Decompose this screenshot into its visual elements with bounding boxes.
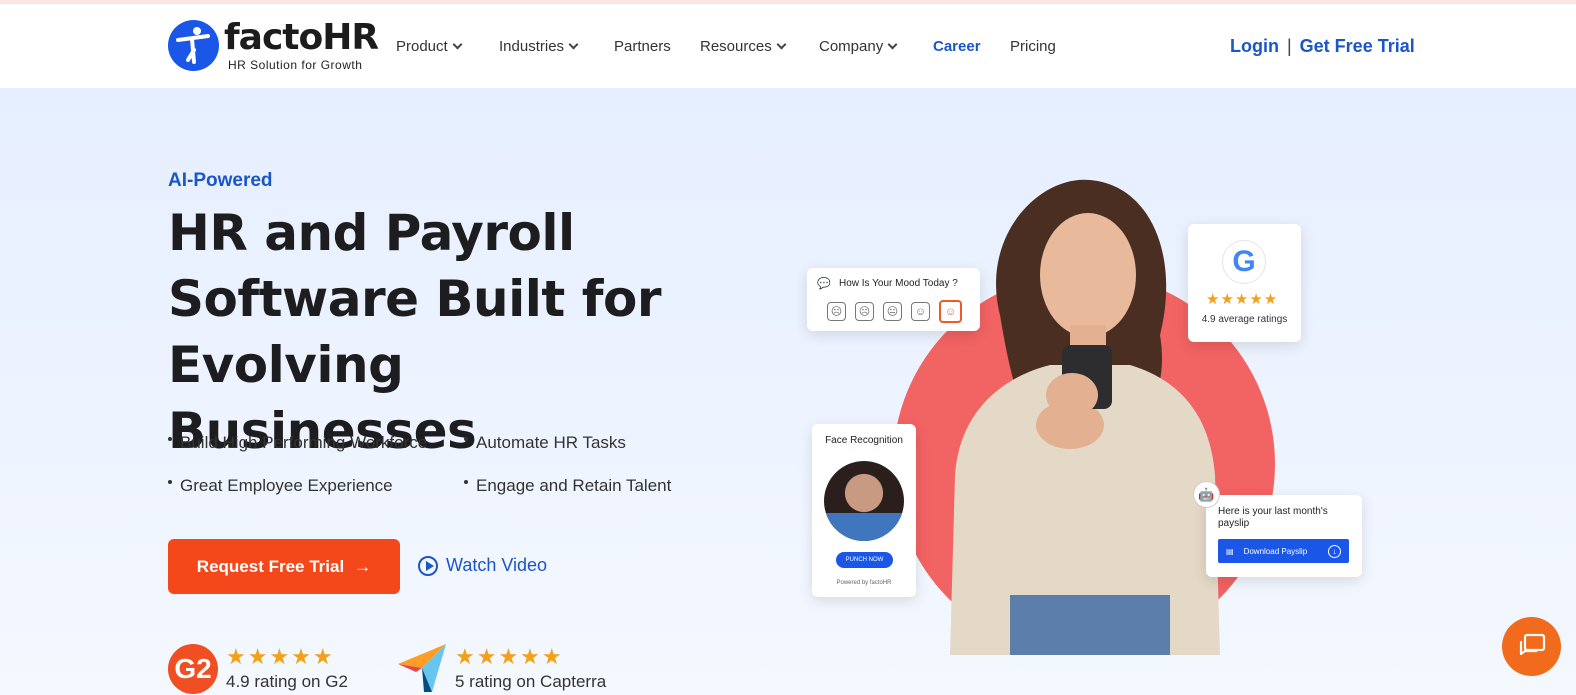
chat-bubble-icon: 💬 bbox=[817, 278, 831, 290]
google-rating-text: 4.9 average ratings bbox=[1201, 314, 1288, 325]
nav-item-label: Product bbox=[396, 38, 448, 55]
login-link[interactable]: Login bbox=[1230, 36, 1279, 57]
payslip-card: Here is your last month's payslip ▤ Down… bbox=[1206, 495, 1362, 577]
nav-item-company[interactable]: Company bbox=[819, 38, 898, 55]
cta-label: Request Free Trial bbox=[196, 556, 345, 576]
nav-item-product[interactable]: Product bbox=[396, 38, 463, 55]
headline-line: Software Built for bbox=[168, 270, 661, 328]
nav-item-label: Pricing bbox=[1010, 38, 1056, 55]
feature-bullet: Great Employee Experience bbox=[168, 476, 393, 495]
nav-item-partners[interactable]: Partners bbox=[614, 38, 671, 55]
request-free-trial-button[interactable]: Request Free Trial → bbox=[168, 539, 400, 594]
brand-logo[interactable]: factoHR HR Solution for Growth bbox=[168, 18, 379, 74]
logo-figure-icon bbox=[168, 20, 219, 71]
watch-video-label: Watch Video bbox=[446, 555, 548, 575]
unhappy-face-icon[interactable]: ☹ bbox=[855, 302, 874, 321]
nav-item-pricing[interactable]: Pricing bbox=[1010, 38, 1056, 55]
play-circle-icon bbox=[418, 555, 438, 576]
mood-options: ☹ ☹ 😐 ☺ ☺ bbox=[827, 300, 962, 323]
feature-bullet: Build High Performing Workforce bbox=[167, 433, 428, 452]
capterra-logo-icon bbox=[398, 644, 446, 692]
nav-item-label: Resources bbox=[700, 38, 772, 55]
auth-separator: | bbox=[1286, 36, 1292, 56]
download-payslip-label: Download Payslip bbox=[1243, 546, 1308, 556]
woman-with-phone-illustration bbox=[950, 179, 1220, 655]
nav-item-resources[interactable]: Resources bbox=[700, 38, 787, 55]
nav-item-career[interactable]: Career bbox=[933, 38, 981, 55]
powered-by-text: Powered by factoHR bbox=[836, 580, 892, 586]
face-card-title: Face Recognition bbox=[825, 435, 903, 446]
bot-avatar-icon: 🤖 bbox=[1193, 481, 1220, 508]
headline-line: HR and Payroll bbox=[168, 204, 575, 262]
nav-item-label: Industries bbox=[499, 38, 565, 55]
arrow-right-icon: → bbox=[354, 556, 372, 576]
feature-bullet: Automate HR Tasks bbox=[464, 433, 626, 452]
nav-item-label: Partners bbox=[614, 38, 671, 55]
punch-now-button[interactable]: PUNCH NOW bbox=[836, 552, 893, 568]
g2-rating: ★★★★★ 4.9 rating on G2 bbox=[226, 644, 348, 692]
face-photo bbox=[824, 461, 904, 541]
rating-text: 5 rating on Capterra bbox=[455, 672, 607, 691]
star-rating-icon: ★★★★★ bbox=[226, 644, 335, 669]
auth-links: Login | Get Free Trial bbox=[1230, 36, 1415, 57]
payslip-message: Here is your last month's payslip bbox=[1218, 506, 1328, 529]
happy-face-icon[interactable]: ☺ bbox=[939, 300, 962, 323]
document-icon: ▤ bbox=[1226, 546, 1234, 556]
nav-item-industries[interactable]: Industries bbox=[499, 38, 579, 55]
brand-tagline: HR Solution for Growth bbox=[228, 58, 363, 72]
g2-logo: G2 bbox=[168, 644, 218, 694]
chat-widget-button[interactable] bbox=[1502, 617, 1561, 676]
chat-icon bbox=[1519, 633, 1545, 655]
mood-title: How Is Your Mood Today ? bbox=[839, 278, 958, 289]
download-payslip-button[interactable]: ▤ Download Payslip ↓ bbox=[1218, 539, 1349, 563]
star-rating-icon: ★★★★★ bbox=[1206, 291, 1279, 308]
hero-eyebrow: AI-Powered bbox=[168, 170, 273, 191]
capterra-rating: ★★★★★ 5 rating on Capterra bbox=[455, 644, 606, 692]
feature-bullet: Engage and Retain Talent bbox=[463, 476, 672, 495]
chevron-down-icon bbox=[452, 39, 463, 50]
smile-face-icon[interactable]: ☺ bbox=[911, 302, 930, 321]
site-header: factoHR HR Solution for Growth Product I… bbox=[0, 4, 1576, 88]
brand-name: factoHR bbox=[224, 17, 379, 58]
scan-overlay bbox=[824, 513, 904, 541]
nav-item-label: Career bbox=[933, 38, 981, 55]
rating-text: 4.9 rating on G2 bbox=[226, 672, 348, 691]
chevron-down-icon bbox=[776, 39, 787, 50]
get-free-trial-link[interactable]: Get Free Trial bbox=[1300, 36, 1415, 57]
chevron-down-icon bbox=[568, 39, 579, 50]
download-icon: ↓ bbox=[1328, 544, 1341, 558]
neutral-face-icon[interactable]: 😐 bbox=[883, 302, 902, 321]
hero-headline: HR and Payroll Software Built for Evolvi… bbox=[168, 200, 728, 464]
nav-item-label: Company bbox=[819, 38, 884, 55]
sad-face-icon[interactable]: ☹ bbox=[827, 302, 846, 321]
star-rating-icon: ★★★★★ bbox=[455, 644, 564, 669]
google-rating-card: G ★★★★★ 4.9 average ratings bbox=[1188, 224, 1301, 342]
mood-card: 💬 How Is Your Mood Today ? ☹ ☹ 😐 ☺ ☺ bbox=[807, 268, 980, 331]
google-logo-icon: G bbox=[1222, 240, 1266, 284]
chevron-down-icon bbox=[887, 39, 898, 50]
watch-video-link[interactable]: Watch Video bbox=[418, 555, 547, 576]
face-recognition-card: Face Recognition PUNCH NOW Powered by fa… bbox=[812, 424, 916, 597]
